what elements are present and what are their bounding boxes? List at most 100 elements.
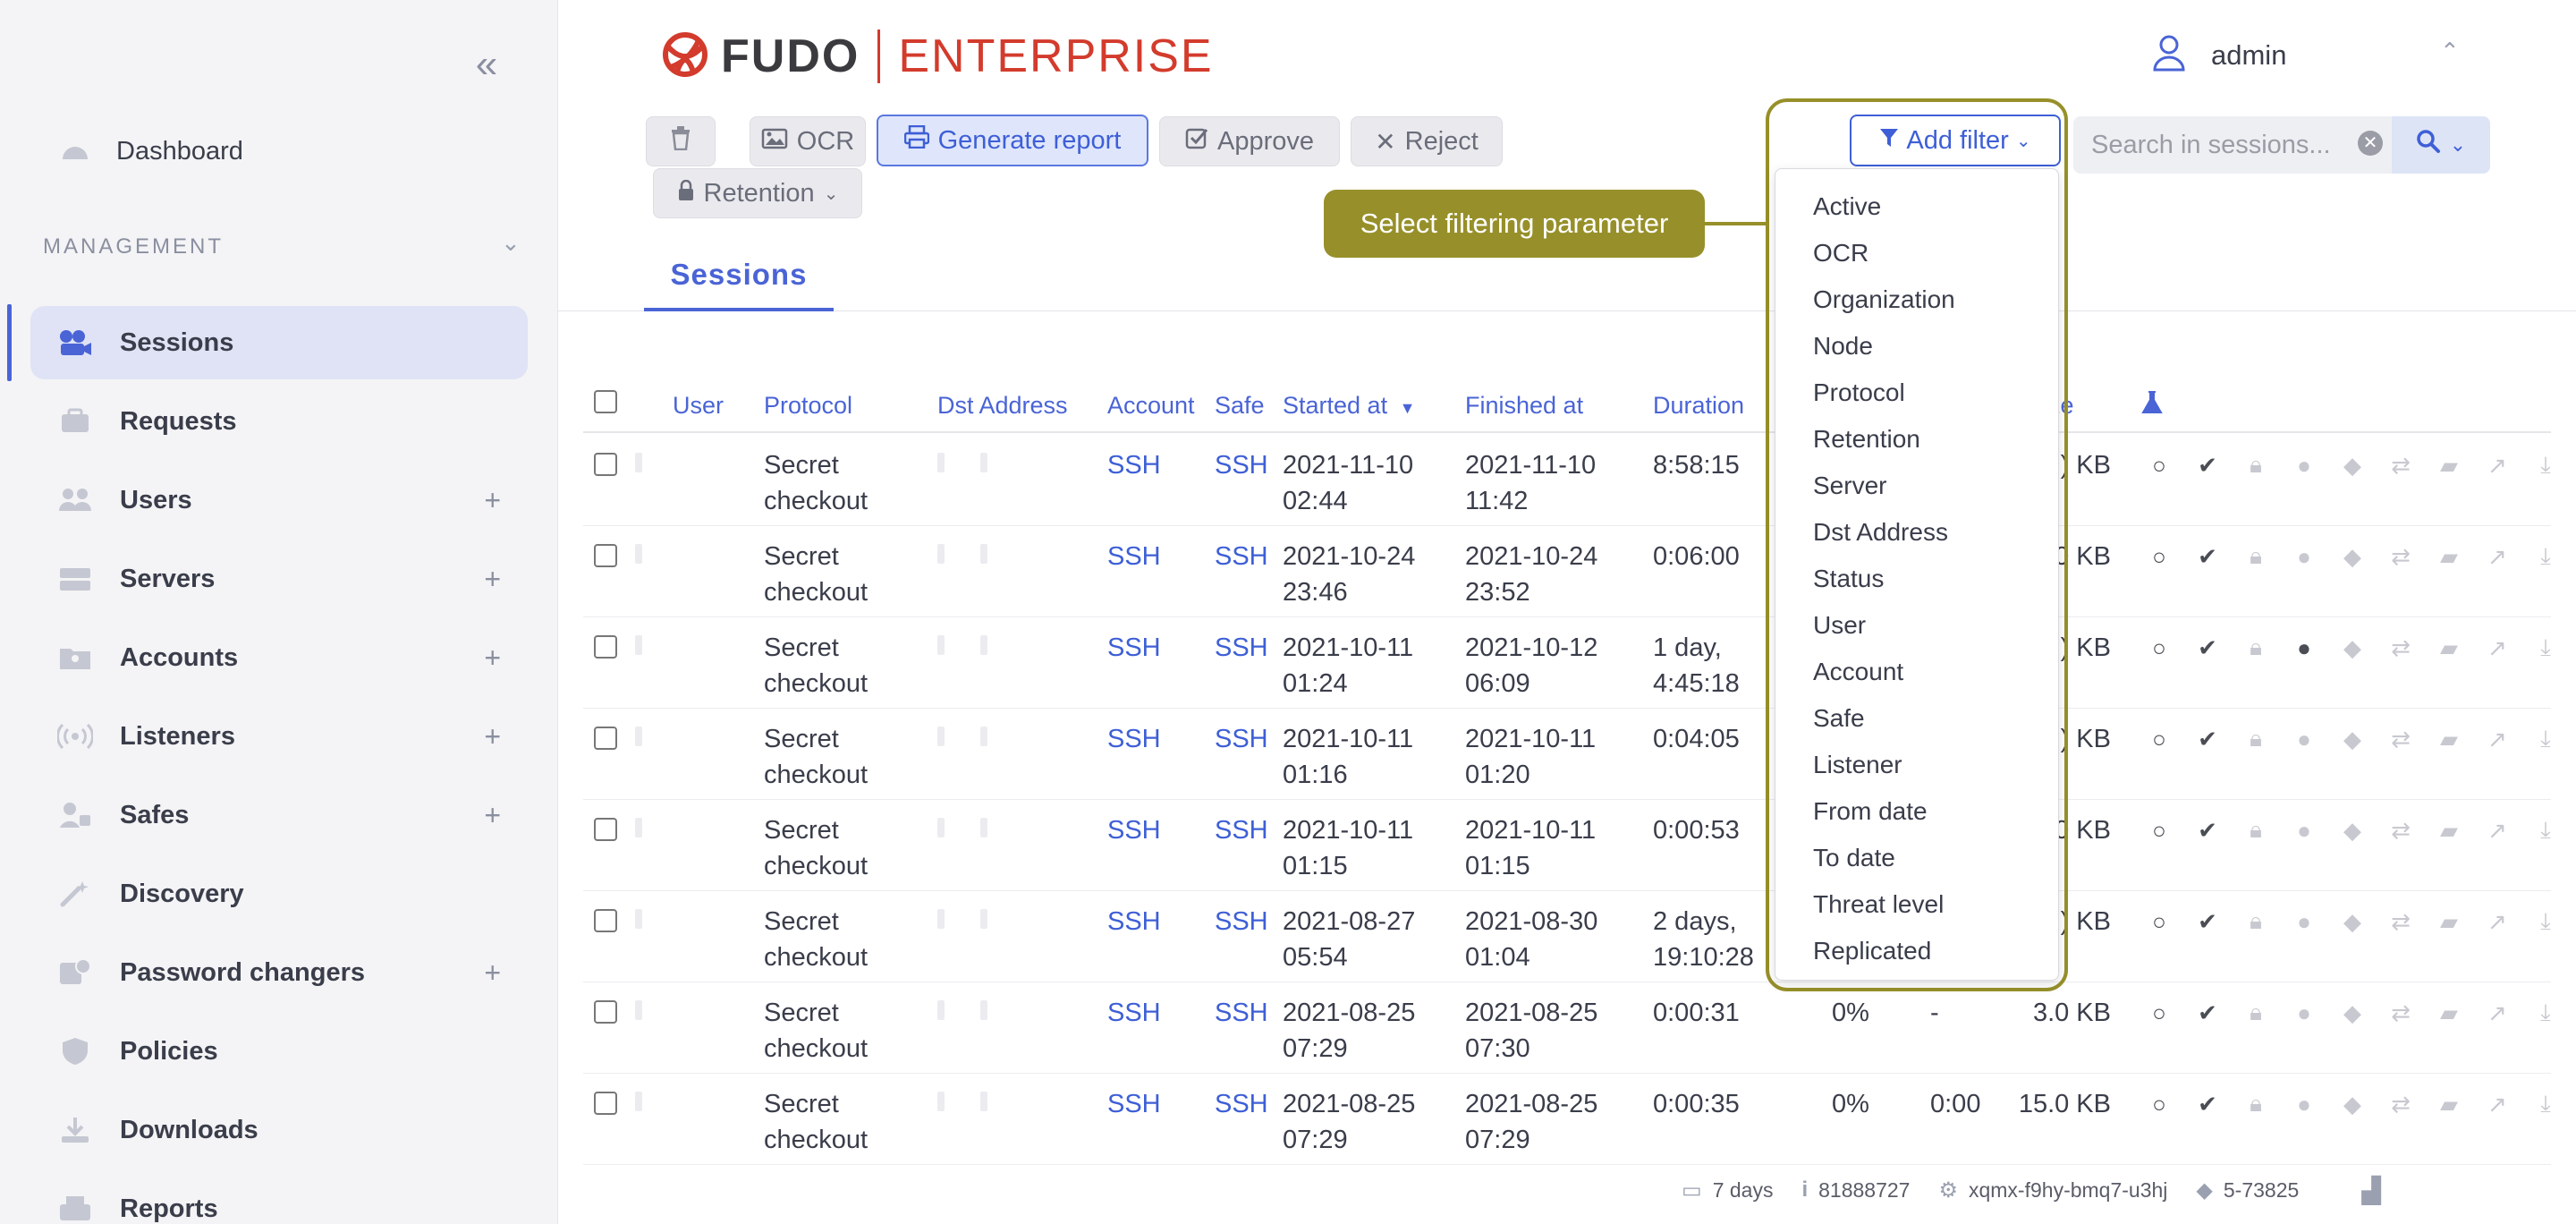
filter-option[interactable]: Replicated xyxy=(1813,937,1931,965)
exchange-icon[interactable]: ⇄ xyxy=(2386,907,2415,936)
chevron-up-icon[interactable]: ⌃ xyxy=(2440,38,2460,65)
column-header-user[interactable]: User xyxy=(673,392,724,420)
tag-icon[interactable]: ◆ xyxy=(2338,633,2367,662)
account-link[interactable]: SSH xyxy=(1107,539,1161,574)
ocr-button[interactable]: OCR xyxy=(750,116,866,166)
check-icon[interactable]: ✔ xyxy=(2193,907,2222,936)
exchange-icon[interactable]: ⇄ xyxy=(2386,451,2415,480)
safe-link[interactable]: SSH xyxy=(1215,995,1268,1031)
search-input[interactable] xyxy=(2091,130,2342,160)
filter-option[interactable]: Status xyxy=(1813,565,1884,593)
generate-report-button[interactable]: Generate report xyxy=(877,115,1148,166)
column-header-started-at[interactable]: Started at ▼ xyxy=(1283,392,1415,420)
check-icon[interactable]: ✔ xyxy=(2193,451,2222,480)
folder-icon[interactable]: ▰ xyxy=(2435,542,2463,571)
add-server-icon[interactable]: + xyxy=(484,563,501,596)
add-user-icon[interactable]: + xyxy=(484,484,501,517)
tag-icon[interactable]: ◆ xyxy=(2338,542,2367,571)
exchange-icon[interactable]: ⇄ xyxy=(2386,816,2415,845)
comment-icon[interactable]: ● xyxy=(2290,907,2318,936)
footer-chart[interactable]: ▟ xyxy=(2361,1176,2381,1205)
download-icon[interactable]: ⤓ xyxy=(2531,451,2560,480)
filter-option[interactable]: User xyxy=(1813,611,1866,640)
filter-option[interactable]: Server xyxy=(1813,472,1886,500)
lock-icon[interactable]: 🔒︎ xyxy=(2241,999,2270,1027)
share-icon[interactable]: ↗ xyxy=(2483,725,2512,753)
filter-option[interactable]: Organization xyxy=(1813,285,1955,314)
lock-icon[interactable]: 🔒︎ xyxy=(2241,725,2270,753)
column-header-finished-at[interactable]: Finished at xyxy=(1465,392,1583,420)
tag-icon[interactable]: ◆ xyxy=(2338,999,2367,1027)
filter-option[interactable]: Threat level xyxy=(1813,890,1944,919)
table-row[interactable]: Secret checkout SSH SSH 2021-10-11 01:24 2021-… xyxy=(583,617,2551,709)
sidebar-item-servers[interactable]: Servers + xyxy=(30,542,528,616)
check-icon[interactable]: ✔ xyxy=(2193,999,2222,1027)
lock-icon[interactable]: 🔒︎ xyxy=(2241,451,2270,480)
check-icon[interactable]: ✔ xyxy=(2193,725,2222,753)
download-icon[interactable]: ⤓ xyxy=(2531,1090,2560,1118)
chevron-down-icon[interactable]: ⌄ xyxy=(501,229,521,257)
download-icon[interactable]: ⤓ xyxy=(2531,816,2560,845)
status-circle-icon[interactable]: ○ xyxy=(2145,1090,2174,1118)
status-circle-icon[interactable]: ○ xyxy=(2145,816,2174,845)
comment-icon[interactable]: ● xyxy=(2290,999,2318,1027)
download-icon[interactable]: ⤓ xyxy=(2531,542,2560,571)
column-header-safe[interactable]: Safe xyxy=(1215,392,1265,420)
sidebar-item-listeners[interactable]: Listeners + xyxy=(30,700,528,773)
status-circle-icon[interactable]: ○ xyxy=(2145,633,2174,662)
user-menu[interactable]: admin xyxy=(2152,34,2286,76)
account-link[interactable]: SSH xyxy=(1107,812,1161,848)
sidebar-item-sessions[interactable]: Sessions xyxy=(30,306,528,379)
flask-icon[interactable] xyxy=(2141,390,2163,421)
filter-option[interactable]: Node xyxy=(1813,332,1873,361)
folder-icon[interactable]: ▰ xyxy=(2435,633,2463,662)
filter-option[interactable]: Retention xyxy=(1813,425,1920,454)
search-button[interactable]: ⌄ xyxy=(2392,116,2490,174)
check-icon[interactable]: ✔ xyxy=(2193,1090,2222,1118)
tag-icon[interactable]: ◆ xyxy=(2338,725,2367,753)
sidebar-item-users[interactable]: Users + xyxy=(30,463,528,537)
add-listener-icon[interactable]: + xyxy=(484,720,501,753)
sidebar-item-policies[interactable]: Policies xyxy=(30,1015,528,1088)
check-icon[interactable]: ✔ xyxy=(2193,542,2222,571)
safe-link[interactable]: SSH xyxy=(1215,539,1268,574)
filter-option[interactable]: Account xyxy=(1813,658,1903,686)
filter-option[interactable]: Protocol xyxy=(1813,378,1905,407)
filter-option[interactable]: Active xyxy=(1813,192,1881,221)
add-safe-icon[interactable]: + xyxy=(484,799,501,832)
download-icon[interactable]: ⤓ xyxy=(2531,633,2560,662)
filter-option[interactable]: From date xyxy=(1813,797,1928,826)
column-header-duration[interactable]: Duration xyxy=(1653,392,1744,420)
row-checkbox[interactable] xyxy=(594,544,617,567)
filter-option[interactable]: Dst Address xyxy=(1813,518,1948,547)
comment-icon[interactable]: ● xyxy=(2290,542,2318,571)
fudo-logo[interactable]: FUDO ENTERPRISE xyxy=(658,25,1214,88)
row-checkbox[interactable] xyxy=(594,1000,617,1024)
sidebar-item-reports[interactable]: Reports xyxy=(30,1172,528,1224)
clear-search-icon[interactable]: ✕ xyxy=(2358,131,2383,156)
tag-icon[interactable]: ◆ xyxy=(2338,816,2367,845)
share-icon[interactable]: ↗ xyxy=(2483,542,2512,571)
exchange-icon[interactable]: ⇄ xyxy=(2386,999,2415,1027)
tag-icon[interactable]: ◆ xyxy=(2338,1090,2367,1118)
row-checkbox[interactable] xyxy=(594,727,617,750)
safe-link[interactable]: SSH xyxy=(1215,1086,1268,1122)
account-link[interactable]: SSH xyxy=(1107,1086,1161,1122)
sidebar-item-safes[interactable]: Safes + xyxy=(30,778,528,852)
row-checkbox[interactable] xyxy=(594,453,617,476)
table-row[interactable]: Secret checkout SSH SSH 2021-11-10 02:44 2021-… xyxy=(583,435,2551,526)
sidebar-item-downloads[interactable]: Downloads xyxy=(30,1093,528,1167)
lock-icon[interactable]: 🔒︎ xyxy=(2241,633,2270,662)
table-row[interactable]: Secret checkout SSH SSH 2021-10-24 23:46 2021-… xyxy=(583,526,2551,617)
sidebar-item-accounts[interactable]: Accounts + xyxy=(30,621,528,694)
table-row[interactable]: Secret checkout SSH SSH 2021-08-25 07:29 2021-… xyxy=(583,1074,2551,1165)
exchange-icon[interactable]: ⇄ xyxy=(2386,1090,2415,1118)
status-circle-icon[interactable]: ○ xyxy=(2145,999,2174,1027)
table-row[interactable]: Secret checkout SSH SSH 2021-10-11 01:16 2021-… xyxy=(583,709,2551,800)
status-circle-icon[interactable]: ○ xyxy=(2145,725,2174,753)
tag-icon[interactable]: ◆ xyxy=(2338,451,2367,480)
safe-link[interactable]: SSH xyxy=(1215,904,1268,939)
retention-dropdown[interactable]: Retention ⌄ xyxy=(653,168,862,218)
table-row[interactable]: Secret checkout SSH SSH 2021-08-27 05:54 2021-… xyxy=(583,891,2551,982)
filter-option[interactable]: OCR xyxy=(1813,239,1868,268)
